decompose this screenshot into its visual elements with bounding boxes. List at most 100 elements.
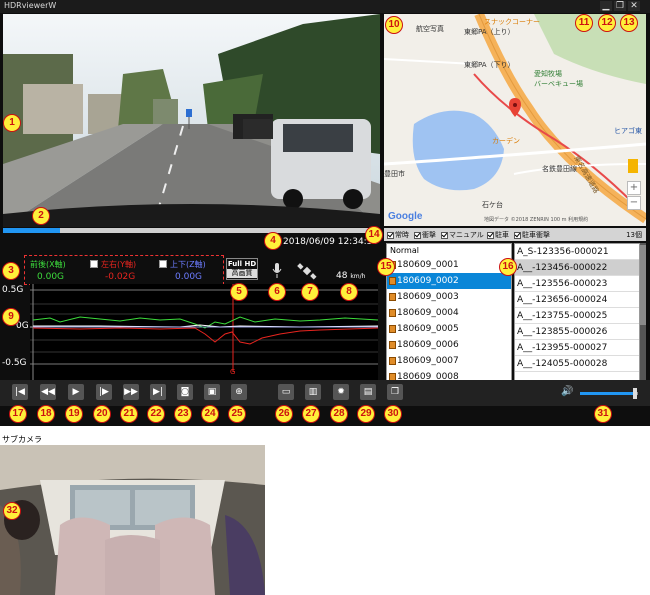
map-label-ishigadai: 石ケ台 [482,201,503,209]
minimize-icon[interactable]: ▁ [600,1,612,11]
close-icon[interactable]: ✕ [628,1,640,11]
file-list-item[interactable]: 180609_0004 [387,305,511,321]
callout-13: 13 [620,14,638,32]
restore-icon[interactable]: ❐ [614,1,626,11]
quality-label: 高画質 [227,269,257,278]
camera-icon[interactable]: ◙ [177,384,193,400]
quality-resolution: Full HD [227,260,257,268]
step-back-icon[interactable]: |▶ [96,384,112,400]
callout-7: 7 [301,283,319,301]
axis-z-checkbox[interactable] [159,260,167,268]
callout-27: 27 [302,405,320,423]
callout-4: 4 [264,232,282,250]
clip-list-item[interactable]: A__-123456-000022 [515,260,639,276]
file-list-item[interactable]: 180609_0007 [387,353,511,369]
axis-z-value: 0.00G [175,272,203,282]
window-title: HDRviewerW [4,1,57,10]
filter-always[interactable]: 常時 [387,230,409,240]
volume-slider[interactable] [580,388,638,399]
rewind-icon[interactable]: ◀◀ [40,384,56,400]
video-quality-badge: Full HD 高画質 [226,258,258,280]
map-label-parking-up: 東郷PA（上り） [464,28,515,36]
map-label-meitetsu: 名鉄豊田線 [542,165,577,173]
clip-list-item[interactable]: A__-123855-000026 [515,324,639,340]
playback-progress-fill [3,228,60,233]
clip-list-item[interactable]: A_S-123356-000021 [515,244,639,260]
volume-knob[interactable] [633,388,638,399]
file-list: Normal 180609_0001 180609_0002 180609_0003… [386,243,512,383]
map-copyright: 地図データ ©2018 ZENRIN 100 m 利用規約 [484,217,589,223]
file-list-item[interactable]: 180609_0001 [387,257,511,273]
checkbox-icon[interactable] [387,231,394,239]
checkbox-icon[interactable] [487,231,494,239]
clip-list-item[interactable]: A__-123955-000027 [515,340,639,356]
fast-forward-icon[interactable]: ▶▶ [123,384,139,400]
checkbox-icon[interactable] [414,231,421,239]
clip-list: A_S-123356-000021 A__-123456-000022 A__-12… [514,243,640,383]
axis-y-checkbox[interactable] [90,260,98,268]
file-list-item[interactable]: 180609_0006 [387,337,511,353]
file-list-item[interactable]: 180609_0003 [387,289,511,305]
file-list-item[interactable]: 180609_0005 [387,321,511,337]
clip-list-item[interactable]: A__-124055-000028 [515,356,639,372]
clip-list-item[interactable]: A__-123755-000025 [515,308,639,324]
filter-parking[interactable]: 駐車 [487,230,509,240]
checkbox-icon[interactable] [514,231,521,239]
axis-y-label: 左右(Y軸) [101,260,137,269]
file-list-item[interactable]: 180609_0002 [387,273,511,289]
axis-x-value: 0.00G [37,272,65,282]
zoom-icon[interactable]: ⊕ [231,384,247,400]
video-file-icon [389,357,396,365]
settings-icon[interactable]: ✹ [333,384,349,400]
clip-list-item[interactable]: A__-123656-000024 [515,292,639,308]
file-name: 180609_0004 [397,308,459,318]
filter-parking-shock[interactable]: 駐車衝撃 [514,230,550,240]
filter-shock[interactable]: 衝撃 [414,230,436,240]
callout-3: 3 [2,262,20,280]
trash-icon[interactable]: ▥ [305,384,321,400]
map-zoom-in-icon[interactable]: + [627,181,641,195]
video-file-icon [389,293,396,301]
window-icon[interactable]: ❐ [387,384,403,400]
skip-end-icon[interactable]: ▶| [150,384,166,400]
gps-satellite-icon [297,263,317,280]
event-filter-bar: 常時 衝撃 マニュアル 駐車 駐車衝撃 13個 [384,228,646,241]
speed-readout: 48 km/h [336,271,365,281]
clip-list-item[interactable]: A__-123556-000023 [515,276,639,292]
map-label-parking-down: 東郷PA（下り） [464,61,515,69]
scrollbar-thumb[interactable] [640,245,646,325]
skip-start-icon[interactable]: |◀ [12,384,28,400]
map-zoom-out-icon[interactable]: − [627,196,641,210]
video-file-icon [389,277,396,285]
map-view[interactable]: 航空写真 スナックコーナー 東郷PA（上り） 東郷PA（下り） 愛知牧場 バーベ… [384,14,646,226]
callout-31: 31 [594,405,612,423]
folder-icon[interactable]: ▭ [278,384,294,400]
callout-26: 26 [275,405,293,423]
checkbox-icon[interactable] [441,231,448,239]
callout-2: 2 [32,207,50,225]
filter-manual[interactable]: マニュアル [441,230,484,240]
graph-label-top: 0.5G [2,285,24,295]
play-icon[interactable]: ▶ [68,384,84,400]
file-name: 180609_0006 [397,340,459,350]
playback-progress-bar[interactable] [3,228,380,233]
speed-unit: km/h [350,273,366,280]
map-label-farm: 愛知牧場 [534,70,562,78]
callout-16: 16 [499,258,517,276]
clip-list-scrollbar[interactable] [640,243,646,383]
callout-15: 15 [377,258,395,276]
callout-10: 10 [385,16,403,34]
front-camera-video[interactable] [3,14,380,227]
sub-camera-video[interactable] [0,445,265,595]
microphone-icon [272,263,282,278]
volume-icon[interactable]: 🔊 [561,386,573,397]
export-icon[interactable]: ▤ [360,384,376,400]
file-name: 180609_0001 [397,260,459,270]
callout-18: 18 [37,405,55,423]
file-list-header: Normal [390,246,419,255]
sub-camera-label: サブカメラ [2,435,42,444]
callout-25: 25 [228,405,246,423]
g-sensor-graph[interactable]: 0.5G 0G -0.5G G [0,284,382,380]
callout-11: 11 [575,14,593,32]
video-camera-icon[interactable]: ▣ [204,384,220,400]
